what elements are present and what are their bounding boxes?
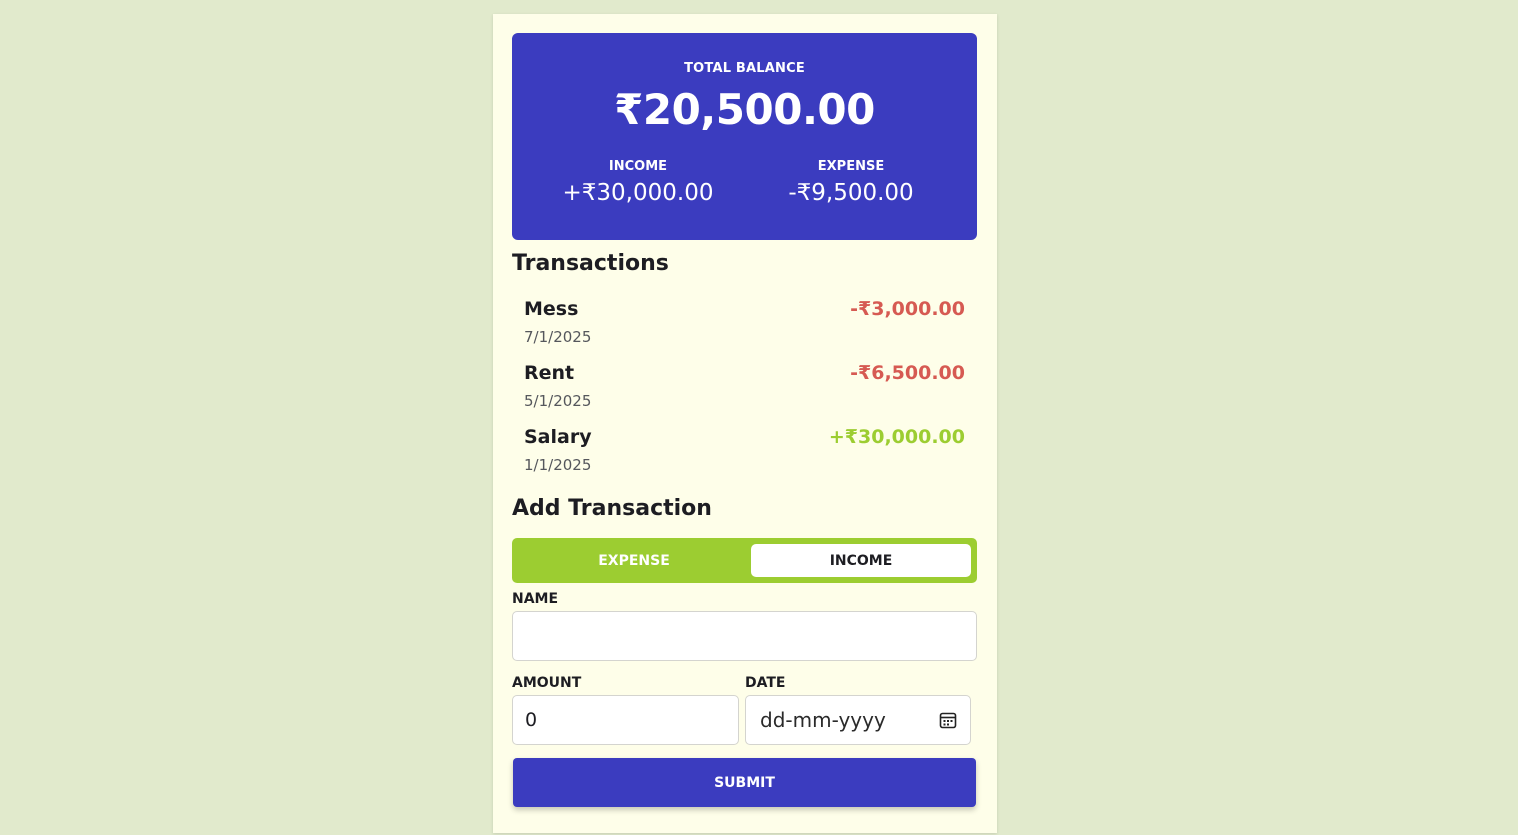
app-container: TOTAL BALANCE ₹20,500.00 INCOME +₹30,000…	[493, 14, 997, 833]
date-input[interactable]: dd-mm-yyyy	[745, 695, 971, 745]
income-summary-label: INCOME	[608, 159, 668, 174]
income-toggle-button[interactable]: INCOME	[751, 544, 971, 577]
submit-button[interactable]: SUBMIT	[513, 758, 976, 807]
income-summary-value: +₹30,000.00	[562, 180, 714, 206]
name-label: NAME	[512, 591, 559, 607]
transaction-list: Mess 7/1/2025 -₹3,000.00 Rent 5/1/2025 -…	[524, 298, 965, 490]
income-summary: INCOME +₹30,000.00	[538, 159, 738, 206]
transaction-name: Salary	[524, 426, 592, 448]
transaction-name: Mess	[524, 298, 579, 320]
date-label: DATE	[745, 675, 786, 691]
add-transaction-heading: Add Transaction	[512, 496, 712, 521]
transaction-amount: +₹30,000.00	[828, 426, 965, 448]
expense-summary-value: -₹9,500.00	[788, 180, 914, 206]
balance-card: TOTAL BALANCE ₹20,500.00 INCOME +₹30,000…	[512, 33, 977, 240]
transaction-row: Rent 5/1/2025 -₹6,500.00	[524, 362, 965, 426]
transaction-date: 7/1/2025	[524, 328, 592, 346]
transaction-amount: -₹6,500.00	[850, 362, 965, 384]
date-placeholder: dd-mm-yyyy	[760, 708, 886, 732]
total-balance-label: TOTAL BALANCE	[684, 61, 805, 76]
total-balance-value: ₹20,500.00	[614, 85, 875, 134]
transaction-row: Mess 7/1/2025 -₹3,000.00	[524, 298, 965, 362]
transaction-date: 1/1/2025	[524, 456, 592, 474]
transaction-date: 5/1/2025	[524, 392, 592, 410]
transaction-row: Salary 1/1/2025 +₹30,000.00	[524, 426, 965, 490]
calendar-icon[interactable]	[938, 710, 958, 730]
expense-toggle-button[interactable]: EXPENSE	[524, 544, 744, 577]
transaction-amount: -₹3,000.00	[850, 298, 965, 320]
name-input[interactable]	[512, 611, 977, 661]
expense-summary-label: EXPENSE	[817, 159, 885, 174]
transaction-type-toggle: EXPENSE INCOME	[512, 538, 977, 583]
amount-input[interactable]	[512, 695, 739, 745]
transaction-name: Rent	[524, 362, 575, 384]
transactions-heading: Transactions	[512, 251, 669, 276]
amount-label: AMOUNT	[512, 675, 582, 691]
expense-summary: EXPENSE -₹9,500.00	[751, 159, 951, 206]
